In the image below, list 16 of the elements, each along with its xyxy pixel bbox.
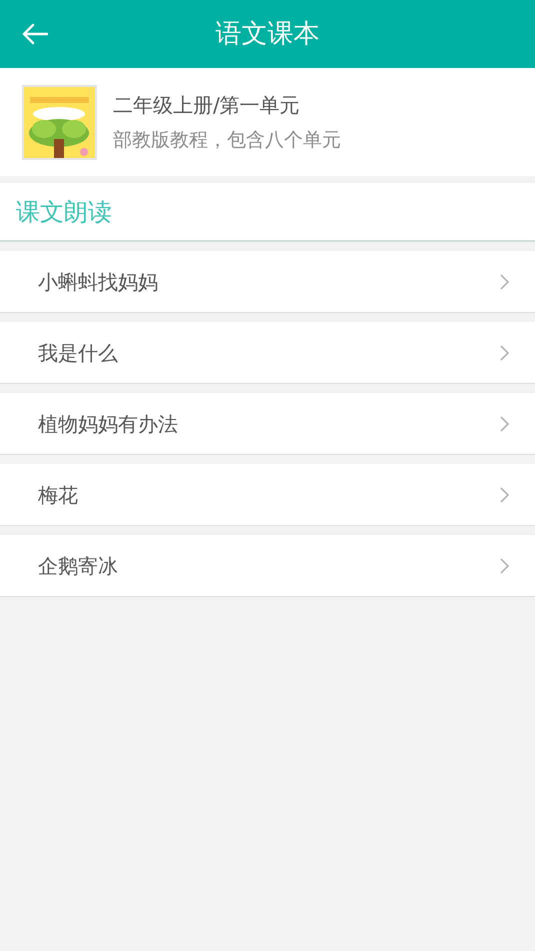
page-title: 语文课本 bbox=[216, 18, 320, 50]
back-arrow-icon bbox=[22, 23, 48, 45]
lesson-item[interactable]: 植物妈妈有办法 bbox=[0, 393, 535, 455]
lesson-item[interactable]: 我是什么 bbox=[0, 322, 535, 384]
lesson-item[interactable]: 梅花 bbox=[0, 464, 535, 526]
book-title: 二年级上册/第一单元 bbox=[113, 92, 301, 119]
chevron-right-icon bbox=[500, 486, 509, 502]
lesson-item[interactable]: 企鹅寄冰 bbox=[0, 535, 535, 597]
book-description: 部教版教程，包含八个单元 bbox=[113, 128, 341, 153]
lesson-item[interactable]: 小蝌蚪找妈妈 bbox=[0, 251, 535, 313]
chevron-right-icon bbox=[500, 558, 509, 574]
section-title: 课文朗读 bbox=[16, 196, 112, 228]
book-card[interactable]: 二年级上册/第一单元 部教版教程，包含八个单元 bbox=[0, 68, 535, 176]
chevron-right-icon bbox=[500, 344, 509, 360]
chevron-right-icon bbox=[500, 416, 509, 432]
chevron-right-icon bbox=[500, 274, 509, 290]
